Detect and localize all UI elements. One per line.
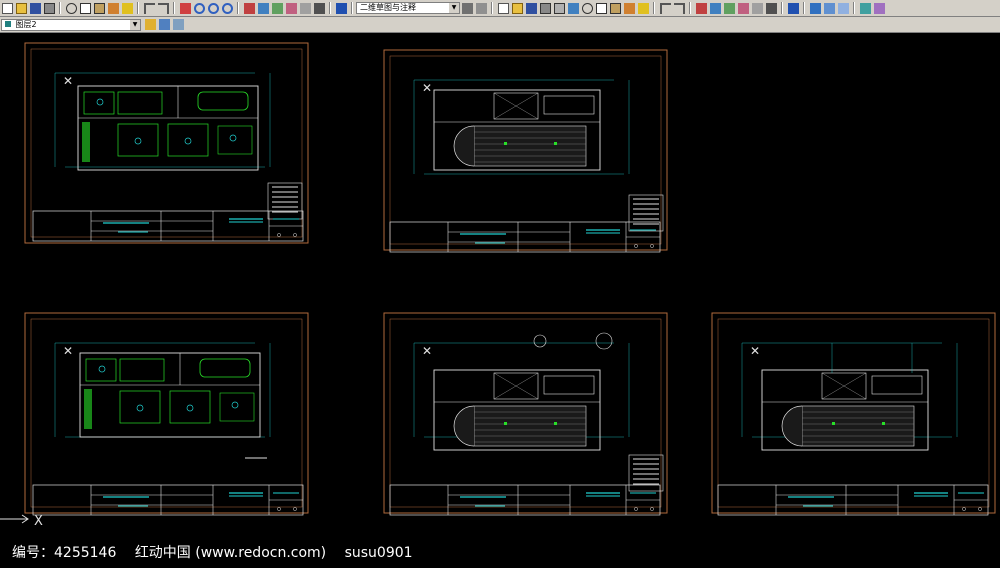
calculator-icon[interactable]	[765, 2, 777, 14]
pan-icon[interactable]	[179, 2, 191, 14]
match-properties-icon[interactable]	[623, 2, 635, 14]
make-object-layer-current-icon[interactable]	[145, 19, 156, 30]
sheet-bottom-right[interactable]	[711, 312, 996, 516]
save-icon[interactable]	[525, 2, 537, 14]
sheet-bottom-middle[interactable]	[383, 312, 668, 516]
chevron-down-icon[interactable]: ▼	[449, 3, 459, 13]
new-file-icon[interactable]	[1, 2, 13, 14]
layer-previous-icon[interactable]	[159, 19, 170, 30]
chevron-down-icon[interactable]: ▼	[130, 19, 140, 30]
paste-icon[interactable]	[609, 2, 621, 14]
sheet-bottom-left[interactable]	[24, 312, 309, 516]
ucs-icon: X	[0, 514, 43, 529]
open-folder-icon[interactable]	[15, 2, 27, 14]
layer-state-icon[interactable]	[823, 2, 835, 14]
help-icon[interactable]	[335, 2, 347, 14]
cad-modelspace[interactable]: ✕ X	[0, 33, 1000, 539]
undo-icon[interactable]	[659, 2, 671, 14]
properties-icon[interactable]	[695, 2, 707, 14]
toolbar-separator	[653, 2, 655, 14]
markup-icon[interactable]	[299, 2, 311, 14]
toolbar-separator	[491, 2, 493, 14]
paste-icon[interactable]	[93, 2, 105, 14]
match-properties-icon[interactable]	[107, 2, 119, 14]
open-folder-icon[interactable]	[511, 2, 523, 14]
svg-text:X: X	[34, 514, 43, 529]
site-text: 红动中国 (www.redocn.com)	[134, 545, 327, 561]
print-icon[interactable]	[539, 2, 551, 14]
layer-toolbar: 图层2 ▼	[0, 17, 1000, 33]
customize-icon[interactable]	[475, 2, 487, 14]
standard-toolbar: 二维草图与注释 ▼	[0, 0, 1000, 17]
redo-icon[interactable]	[157, 2, 169, 14]
layer-states-icon[interactable]	[173, 19, 184, 30]
save-icon[interactable]	[29, 2, 41, 14]
layer-color-swatch	[5, 20, 11, 27]
toolbar-separator	[351, 2, 353, 14]
toolbar-separator	[59, 2, 61, 14]
external-reference-icon[interactable]	[859, 2, 871, 14]
properties-icon[interactable]	[243, 2, 255, 14]
tool-palette-icon[interactable]	[723, 2, 735, 14]
copy-icon[interactable]	[79, 2, 91, 14]
calculator-icon[interactable]	[313, 2, 325, 14]
sheet-set-icon[interactable]	[737, 2, 749, 14]
redo-icon[interactable]	[673, 2, 685, 14]
toolbar-separator	[803, 2, 805, 14]
publish-icon[interactable]	[567, 2, 579, 14]
copy-icon[interactable]	[595, 2, 607, 14]
toolbar-separator	[689, 2, 691, 14]
help-icon[interactable]	[787, 2, 799, 14]
layer-select-value: 图层2	[15, 19, 37, 29]
drawing-canvas[interactable]: ✕ X	[0, 33, 1000, 539]
layer-select[interactable]: 图层2 ▼	[1, 18, 141, 31]
brush-icon[interactable]	[121, 2, 133, 14]
user-text: susu0901	[344, 545, 413, 561]
workspace-select-value: 二维草图与注释	[360, 3, 416, 12]
new-file-icon[interactable]	[497, 2, 509, 14]
markup-icon[interactable]	[751, 2, 763, 14]
toolbar-separator	[237, 2, 239, 14]
undo-icon[interactable]	[143, 2, 155, 14]
tool-palette-icon[interactable]	[271, 2, 283, 14]
toolbar-separator	[137, 2, 139, 14]
toolbar-separator	[781, 2, 783, 14]
zoom-previous-icon[interactable]	[221, 2, 233, 14]
cut-icon[interactable]	[581, 2, 593, 14]
workspace-settings-icon[interactable]	[461, 2, 473, 14]
plot-preview-icon[interactable]	[553, 2, 565, 14]
toolbar-separator	[853, 2, 855, 14]
design-center-icon[interactable]	[709, 2, 721, 14]
brush-icon[interactable]	[637, 2, 649, 14]
design-center-icon[interactable]	[257, 2, 269, 14]
zoom-realtime-icon[interactable]	[193, 2, 205, 14]
sheet-set-icon[interactable]	[285, 2, 297, 14]
cut-icon[interactable]	[65, 2, 77, 14]
id-text: 编号：4255146	[12, 545, 117, 561]
attach-image-icon[interactable]	[873, 2, 885, 14]
workspace-select[interactable]: 二维草图与注释 ▼	[356, 2, 460, 14]
layer-previous-icon[interactable]	[837, 2, 849, 14]
toolbar-separator	[329, 2, 331, 14]
sheet-top-left[interactable]	[24, 42, 309, 244]
print-icon[interactable]	[43, 2, 55, 14]
watermark-bar: 编号：4255146 红动中国 (www.redocn.com) susu090…	[0, 539, 1000, 568]
layer-manager-icon[interactable]	[809, 2, 821, 14]
toolbar-separator	[173, 2, 175, 14]
zoom-window-icon[interactable]	[207, 2, 219, 14]
sheet-top-middle[interactable]	[383, 49, 668, 253]
